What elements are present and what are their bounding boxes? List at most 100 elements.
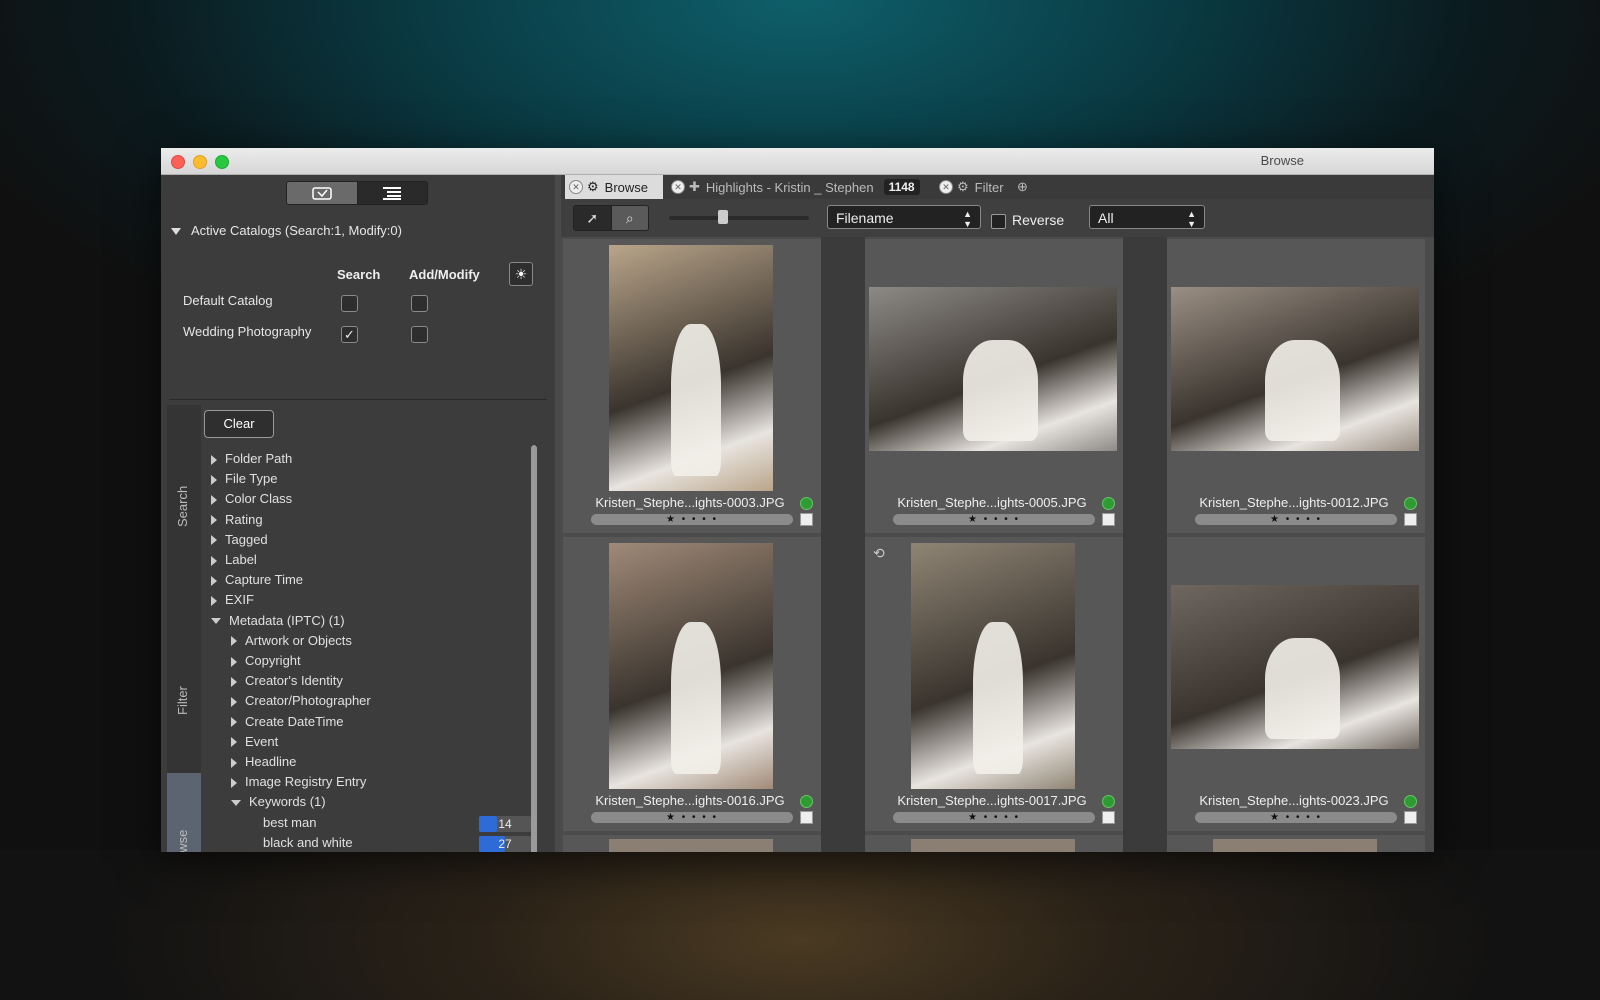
filter-tree-item[interactable]: Rating xyxy=(211,512,263,527)
default-catalog-search-checkbox[interactable] xyxy=(341,295,358,312)
thumbnail-cell[interactable]: Kristen_Stephe...ights-0003.JPG ★ • • • • xyxy=(563,239,821,533)
filter-tree-item[interactable]: Keywords (1) xyxy=(231,794,326,809)
disclosure-closed-icon[interactable] xyxy=(211,595,217,606)
filter-tree-item[interactable]: Event xyxy=(231,734,278,749)
select-checkbox[interactable] xyxy=(1404,811,1417,824)
filter-tree-item[interactable]: Creator/Photographer xyxy=(231,693,371,708)
catalog-options-button[interactable]: ☀ xyxy=(509,262,533,286)
tab-search-vertical[interactable]: Search xyxy=(167,405,201,655)
select-checkbox[interactable] xyxy=(1404,513,1417,526)
star-rating[interactable]: ★ • • • • xyxy=(893,514,1095,525)
clear-button[interactable]: Clear xyxy=(204,410,274,438)
select-checkbox[interactable] xyxy=(800,811,813,824)
disclosure-closed-icon[interactable] xyxy=(211,575,217,586)
thumbnail-cell[interactable]: Kristen_Stephe...ights-0023.JPG ★ • • • • xyxy=(1167,537,1425,831)
sort-dropdown[interactable]: Filename ▲ ▼ xyxy=(827,205,981,229)
thumbnail-cell[interactable]: Kristen_Stephe...ights-0005.JPG ★ • • • • xyxy=(865,239,1123,533)
thumbnail-cell[interactable]: ⟲ Kristen_Stephe...ights-0017.JPG ★ • • • … xyxy=(865,537,1123,831)
photo-thumbnail[interactable] xyxy=(869,287,1117,451)
filter-tree-item[interactable]: File Type xyxy=(211,471,278,486)
filter-scrollbar[interactable] xyxy=(531,445,537,852)
select-checkbox[interactable] xyxy=(1102,811,1115,824)
disclosure-closed-icon[interactable] xyxy=(211,474,217,485)
pointer-tool-button[interactable]: ➚ xyxy=(574,206,611,230)
disclosure-closed-icon[interactable] xyxy=(231,676,237,687)
disclosure-closed-icon[interactable] xyxy=(231,656,237,667)
star-rating[interactable]: ★ • • • • xyxy=(591,812,793,823)
star-rating[interactable]: ★ • • • • xyxy=(893,812,1095,823)
disclosure-closed-icon[interactable] xyxy=(231,636,237,647)
thumbnail-cell-partial[interactable] xyxy=(1167,835,1425,852)
photo-thumbnail[interactable] xyxy=(609,245,773,491)
disclosure-closed-icon[interactable] xyxy=(231,737,237,748)
disclosure-open-icon[interactable] xyxy=(211,618,221,625)
filter-tree-item[interactable]: Copyright xyxy=(231,653,301,668)
filter-tree-item[interactable]: Metadata (IPTC) (1) xyxy=(211,613,345,628)
filter-tree-item[interactable]: Artwork or Objects xyxy=(231,633,352,648)
photo-thumbnail[interactable] xyxy=(1171,287,1419,451)
filter-tree-item[interactable]: Label xyxy=(211,552,257,567)
disclosure-closed-icon[interactable] xyxy=(231,717,237,728)
minimize-window-button[interactable] xyxy=(193,155,207,169)
filter-tree-item[interactable]: Tagged xyxy=(211,532,268,547)
photo-thumbnail[interactable] xyxy=(1213,839,1377,852)
filter-tree-item[interactable]: Create DateTime xyxy=(231,714,344,729)
select-checkbox[interactable] xyxy=(800,513,813,526)
thumbnail-size-slider[interactable] xyxy=(669,210,809,224)
active-catalogs-header[interactable]: Active Catalogs (Search:1, Modify:0) xyxy=(171,223,402,238)
filter-tree-item[interactable]: Image Registry Entry xyxy=(231,774,366,789)
close-tab-icon[interactable]: ✕ xyxy=(671,180,685,194)
filter-tree-item[interactable]: Creator's Identity xyxy=(231,673,343,688)
scope-dropdown[interactable]: All ▲ ▼ xyxy=(1089,205,1205,229)
disclosure-closed-icon[interactable] xyxy=(231,777,237,788)
filter-tree-item[interactable]: Headline xyxy=(231,754,296,769)
photo-thumbnail[interactable] xyxy=(1171,585,1419,749)
catalog-mode-button[interactable] xyxy=(287,182,357,204)
filter-tree-item[interactable]: Capture Time xyxy=(211,572,303,587)
default-catalog-modify-checkbox[interactable] xyxy=(411,295,428,312)
disclosure-closed-icon[interactable] xyxy=(211,454,217,465)
disclosure-closed-icon[interactable] xyxy=(211,515,217,526)
close-window-button[interactable] xyxy=(171,155,185,169)
disclosure-closed-icon[interactable] xyxy=(211,535,217,546)
disclosure-closed-icon[interactable] xyxy=(211,494,217,505)
disclosure-open-icon[interactable] xyxy=(231,799,241,806)
add-tab-button[interactable]: ⊕ xyxy=(1017,175,1037,199)
disclosure-closed-icon[interactable] xyxy=(231,696,237,707)
star-rating[interactable]: ★ • • • • xyxy=(1195,514,1397,525)
tab-filter-vertical[interactable]: Filter xyxy=(167,655,201,765)
tab-filter[interactable]: ✕ ⚙ Filter xyxy=(935,175,1015,199)
thumbnail-cell-partial[interactable] xyxy=(563,835,821,852)
keyword-item[interactable]: best man xyxy=(263,815,316,830)
photo-thumbnail[interactable] xyxy=(609,543,773,789)
filter-tree-item[interactable]: Color Class xyxy=(211,491,292,506)
tab-browse[interactable]: ✕ ⚙ Browse xyxy=(565,175,663,199)
star-rating[interactable]: ★ • • • • xyxy=(591,514,793,525)
thumbnail-cell-partial[interactable] xyxy=(865,835,1123,852)
photo-thumbnail[interactable] xyxy=(609,839,773,852)
tab-browse-vertical[interactable]: Browse xyxy=(167,773,201,852)
thumbnail-cell[interactable]: Kristen_Stephe...ights-0016.JPG ★ • • • • xyxy=(563,537,821,831)
reverse-box[interactable] xyxy=(991,213,1006,229)
slider-knob[interactable] xyxy=(718,210,729,224)
tab-highlights[interactable]: ✕ ✚ Highlights - Kristin _ Stephen 1148 xyxy=(667,175,927,199)
scroll-thumb[interactable] xyxy=(531,445,537,852)
photo-thumbnail[interactable] xyxy=(911,543,1075,789)
zoom-window-button[interactable] xyxy=(215,155,229,169)
reverse-checkbox[interactable]: Reverse xyxy=(991,212,1064,229)
disclosure-closed-icon[interactable] xyxy=(231,757,237,768)
photo-thumbnail[interactable] xyxy=(911,839,1075,852)
select-checkbox[interactable] xyxy=(1102,513,1115,526)
thumbnail-cell[interactable]: Kristen_Stephe...ights-0012.JPG ★ • • • • xyxy=(1167,239,1425,533)
zoom-tool-button[interactable]: ⌕ xyxy=(610,206,648,230)
filter-tree-item[interactable]: EXIF xyxy=(211,592,254,607)
star-rating[interactable]: ★ • • • • xyxy=(1195,812,1397,823)
close-tab-icon[interactable]: ✕ xyxy=(569,180,583,194)
keyword-item[interactable]: black and white xyxy=(263,835,353,850)
disclosure-closed-icon[interactable] xyxy=(211,555,217,566)
wedding-catalog-search-checkbox[interactable]: ✓ xyxy=(341,326,358,343)
wedding-catalog-modify-checkbox[interactable] xyxy=(411,326,428,343)
list-mode-button[interactable] xyxy=(356,182,427,204)
filter-tree-item[interactable]: Folder Path xyxy=(211,451,292,466)
close-tab-icon[interactable]: ✕ xyxy=(939,180,953,194)
